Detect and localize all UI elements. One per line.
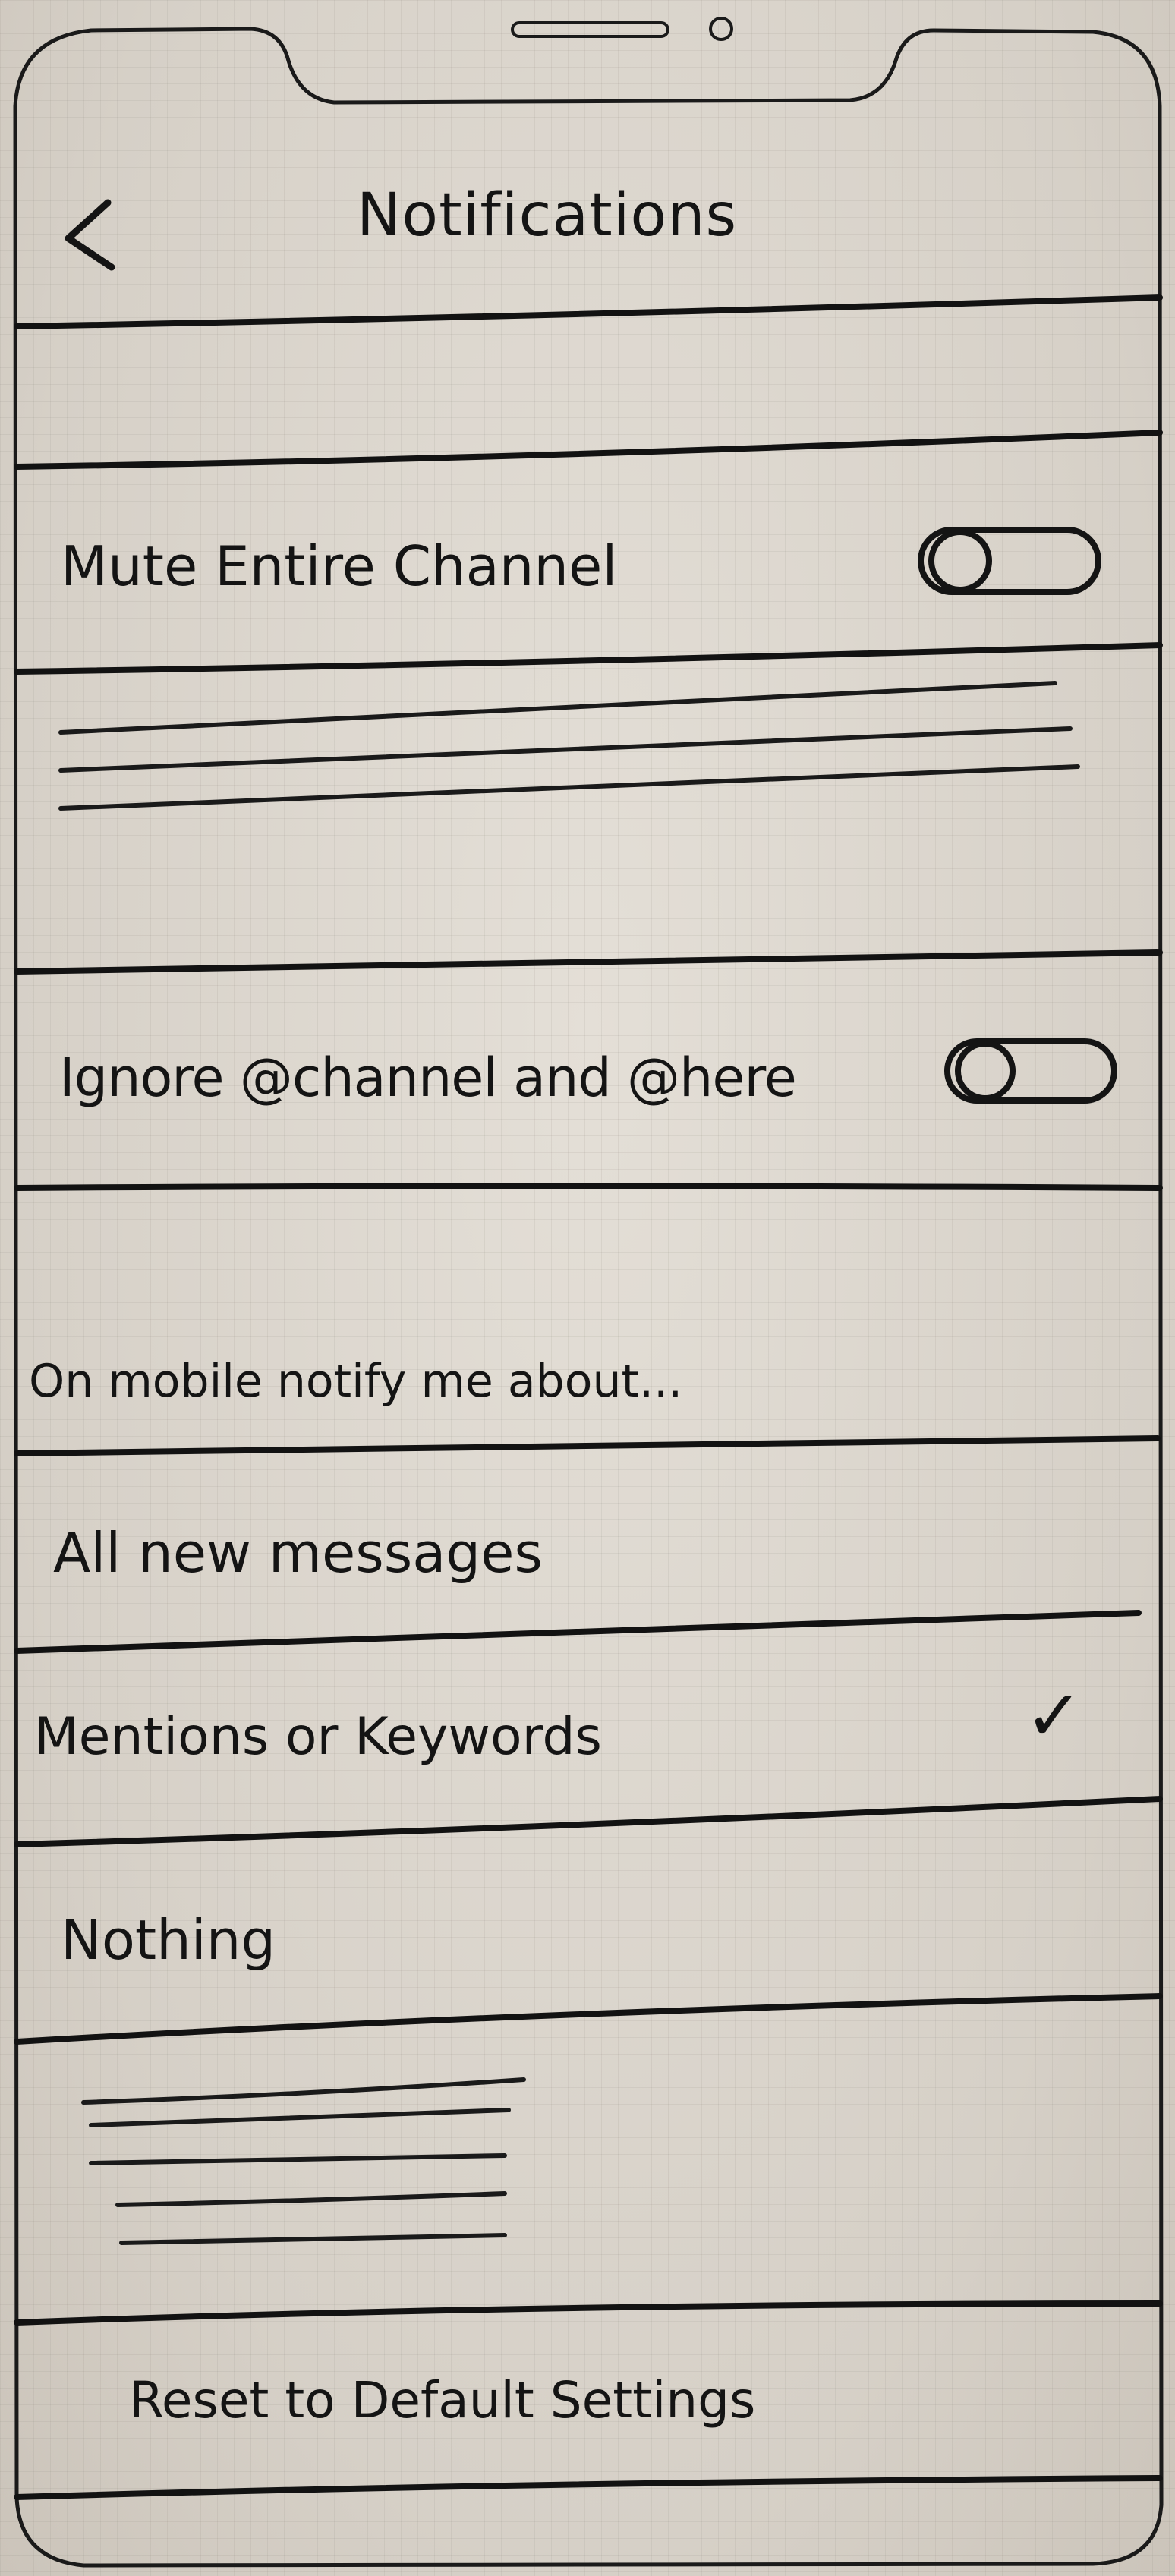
divider-description-1 bbox=[14, 949, 1163, 975]
placeholder-line bbox=[58, 726, 1073, 773]
placeholder-line bbox=[119, 2233, 507, 2245]
camera-dot bbox=[709, 17, 733, 41]
mute-channel-label: Mute Entire Channel bbox=[61, 534, 618, 598]
divider-nothing bbox=[14, 1993, 1163, 2045]
placeholder-line bbox=[58, 681, 1057, 735]
chevron-left-icon[interactable] bbox=[55, 191, 123, 275]
divider-header bbox=[14, 294, 1163, 329]
mobile-notify-heading: On mobile notify me about... bbox=[29, 1355, 683, 1408]
page-title: Notifications bbox=[357, 181, 738, 250]
option-label: Mentions or Keywords bbox=[34, 1707, 602, 1767]
toggle-switch-icon[interactable] bbox=[915, 522, 1104, 598]
placeholder-line bbox=[115, 2191, 507, 2207]
placeholder-line bbox=[89, 2108, 511, 2127]
option-label: All new messages bbox=[53, 1521, 543, 1585]
phone-frame-sketch bbox=[13, 17, 1164, 2568]
divider-ignore bbox=[14, 1183, 1163, 1191]
divider-description-2 bbox=[14, 2300, 1163, 2326]
divider-heading bbox=[14, 1435, 1161, 1456]
toggle-switch-icon[interactable] bbox=[941, 1032, 1131, 1108]
placeholder-line bbox=[81, 2077, 526, 2105]
divider-section-1 bbox=[14, 430, 1163, 470]
checkmark-icon: ✓ bbox=[1025, 1675, 1084, 1756]
divider-reset bbox=[14, 2475, 1163, 2500]
placeholder-line bbox=[58, 764, 1080, 811]
option-label: Nothing bbox=[61, 1908, 276, 1972]
ignore-mentions-label: Ignore @channel and @here bbox=[59, 1047, 797, 1109]
reset-default-button[interactable]: Reset to Default Settings bbox=[129, 2376, 755, 2426]
phone-outline bbox=[13, 27, 1164, 2568]
speaker-slot bbox=[511, 21, 669, 38]
divider-mute bbox=[14, 642, 1163, 675]
placeholder-line bbox=[89, 2153, 507, 2165]
divider-all bbox=[14, 1610, 1142, 1654]
divider-mentions bbox=[14, 1796, 1163, 1847]
